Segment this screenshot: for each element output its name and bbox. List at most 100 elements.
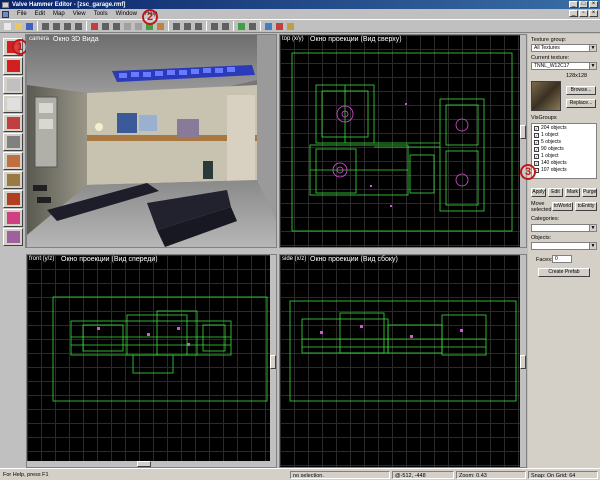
- cut-button[interactable]: [171, 21, 181, 31]
- visgroup-apply-button[interactable]: Apply: [531, 188, 546, 197]
- open-button[interactable]: [13, 21, 23, 31]
- entity-report-button[interactable]: [274, 21, 284, 31]
- visgroup-label: 140 objects: [541, 160, 567, 166]
- menu-tools[interactable]: Tools: [90, 9, 112, 19]
- document-icon[interactable]: [2, 10, 9, 18]
- visgroup-mark-button[interactable]: Mark: [565, 188, 580, 197]
- move-selected-label: Move selected:: [531, 201, 554, 213]
- top-viewport-scrollbar-v[interactable]: [520, 35, 526, 247]
- sphere-icon: [90, 22, 98, 30]
- copy-button[interactable]: [182, 21, 192, 31]
- menu-map[interactable]: Map: [49, 9, 69, 19]
- visgroup-item[interactable]: ✓ 1 object: [534, 132, 594, 139]
- annotation-badge-2: 2: [142, 9, 158, 25]
- browse-button[interactable]: Browse...: [566, 86, 596, 95]
- front-viewport-caption: Окно проекции (Вид спереди): [61, 256, 158, 263]
- redo-button[interactable]: [220, 21, 230, 31]
- grid-larger-button[interactable]: [73, 21, 83, 31]
- entity-tool[interactable]: [3, 95, 23, 113]
- menu-file[interactable]: File: [13, 9, 31, 19]
- block-tool-icon: [6, 117, 20, 129]
- path-tool[interactable]: [3, 228, 23, 246]
- visgroup-checkbox[interactable]: ✓: [534, 140, 539, 145]
- visgroup-checkbox[interactable]: ✓: [534, 126, 539, 131]
- menu-view[interactable]: View: [69, 9, 90, 19]
- undo-button[interactable]: [209, 21, 219, 31]
- to-world-button[interactable]: toWorld: [552, 202, 573, 211]
- create-prefab-button[interactable]: Create Prefab: [538, 268, 590, 277]
- side-viewport-scrollbar-v[interactable]: [520, 255, 526, 467]
- visgroup-checkbox[interactable]: ✓: [534, 154, 539, 159]
- doc-close-button[interactable]: ×: [589, 10, 598, 17]
- main-toolbar: [0, 19, 600, 33]
- apply-current-texture[interactable]: [3, 152, 23, 170]
- visgroup-checkbox[interactable]: ✓: [534, 133, 539, 138]
- ungroup-button[interactable]: [111, 21, 121, 31]
- chevron-down-icon: ▼: [589, 243, 596, 249]
- check-problems-button[interactable]: [285, 21, 295, 31]
- new-button[interactable]: [2, 21, 12, 31]
- scroll-thumb[interactable]: [520, 355, 526, 369]
- paste-button[interactable]: [193, 21, 203, 31]
- decal-tool[interactable]: [3, 171, 23, 189]
- top-viewport[interactable]: top (x/y) Окно проекции (Вид сверху): [279, 34, 527, 248]
- hide-button[interactable]: [122, 21, 132, 31]
- to-entity-button[interactable]: toEntity: [575, 202, 597, 211]
- visgroup-item[interactable]: ✓ 140 objects: [534, 160, 594, 167]
- scroll-thumb[interactable]: [137, 461, 151, 467]
- camera-viewport[interactable]: camera Окно 3D Вида: [26, 34, 277, 248]
- visgroup-item[interactable]: ✓ 5 objects: [534, 139, 594, 146]
- grid-toggle-button[interactable]: [40, 21, 50, 31]
- doc-restore-button[interactable]: ▫: [579, 10, 588, 17]
- texture-group-select[interactable]: All Textures ▼: [531, 44, 597, 52]
- current-texture-select[interactable]: TNNL_W12C17 ▼: [531, 62, 597, 70]
- menu-window[interactable]: Window: [112, 9, 141, 19]
- visgroups-list[interactable]: ✓ 204 objects ✓ 1 object ✓ 5 objects ✓ 90 objec…: [531, 123, 597, 179]
- faces-field[interactable]: 0: [552, 255, 572, 263]
- visgroup-checkbox[interactable]: ✓: [534, 147, 539, 152]
- show-button[interactable]: [133, 21, 143, 31]
- visgroup-item[interactable]: ✓ 90 objects: [534, 146, 594, 153]
- camera-tool[interactable]: [3, 76, 23, 94]
- grid-3d-button[interactable]: [51, 21, 61, 31]
- visgroup-item[interactable]: ✓ 204 objects: [534, 125, 594, 132]
- minimize-button[interactable]: _: [569, 1, 578, 8]
- grid-3d-icon: [52, 22, 60, 30]
- scroll-thumb[interactable]: [270, 355, 276, 369]
- close-button[interactable]: ×: [589, 1, 598, 8]
- front-viewport[interactable]: front (y/z) Окно проекции (Вид спереди): [26, 254, 277, 468]
- apply-current-texture-icon: [6, 155, 20, 167]
- grid-smaller-button[interactable]: [62, 21, 72, 31]
- magnify-tool[interactable]: [3, 57, 23, 75]
- paste-icon: [194, 22, 202, 30]
- side-viewport[interactable]: side (x/z) Окно проекции (Вид сбоку): [279, 254, 527, 468]
- visgroup-edit-button[interactable]: Edit: [548, 188, 563, 197]
- run-map-button[interactable]: [263, 21, 273, 31]
- block-tool[interactable]: [3, 114, 23, 132]
- vertex-tool[interactable]: [3, 209, 23, 227]
- carve-button[interactable]: [155, 21, 165, 31]
- front-viewport-scrollbar-v[interactable]: [270, 255, 276, 467]
- visgroup-item[interactable]: ✓ 1 object: [534, 153, 594, 160]
- visgroup-purge-button[interactable]: Purge: [582, 188, 597, 197]
- maximize-button[interactable]: □: [579, 1, 588, 8]
- objects-select[interactable]: ▼: [531, 242, 597, 250]
- categories-select[interactable]: ▼: [531, 224, 597, 232]
- replace-button[interactable]: Replace...: [566, 99, 596, 108]
- save-button[interactable]: [24, 21, 34, 31]
- menu-edit[interactable]: Edit: [31, 9, 49, 19]
- front-viewport-scrollbar-h[interactable]: [27, 461, 276, 467]
- group-button[interactable]: [100, 21, 110, 31]
- visgroup-checkbox[interactable]: ✓: [534, 161, 539, 166]
- toolbar-separator: [86, 21, 87, 31]
- doc-minimize-button[interactable]: _: [569, 10, 578, 17]
- sphere-button[interactable]: [89, 21, 99, 31]
- visgroup-item[interactable]: ✓ 107 objects: [534, 167, 594, 174]
- texture-lock-button[interactable]: [247, 21, 257, 31]
- current-texture-label: Current texture:: [531, 55, 570, 61]
- clip-tool[interactable]: [3, 190, 23, 208]
- scroll-thumb[interactable]: [520, 125, 526, 139]
- show-icon: [134, 22, 142, 30]
- texture-apply[interactable]: [3, 133, 23, 151]
- selection-button[interactable]: [236, 21, 246, 31]
